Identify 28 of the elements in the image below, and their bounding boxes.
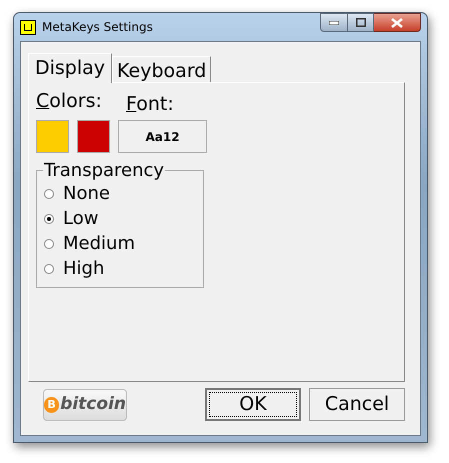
tab[interactable]: Keyboard (112, 56, 212, 82)
font-button[interactable]: Aa12 (118, 120, 207, 153)
bitcoin-button[interactable]: B bitcoin (43, 388, 127, 420)
color-swatch[interactable] (77, 120, 110, 153)
close-button[interactable] (374, 13, 421, 32)
minimize-button[interactable] (320, 13, 348, 32)
radio-label[interactable]: None (63, 184, 110, 202)
radio-label[interactable]: High (63, 260, 104, 278)
radio-button[interactable] (44, 238, 54, 248)
radio-label[interactable]: Low (63, 210, 98, 228)
close-icon (391, 18, 403, 28)
maximize-button[interactable] (348, 13, 374, 32)
color-swatch[interactable] (36, 120, 69, 153)
maximize-icon (356, 18, 366, 27)
group-title: Transparency (43, 161, 166, 181)
window-title: MetaKeys Settings (42, 19, 153, 36)
app-icon (20, 20, 36, 34)
dialog-button[interactable]: OK (205, 388, 301, 421)
radio-button[interactable] (44, 188, 54, 198)
colors-label: Colors: (36, 90, 102, 112)
radio-button[interactable] (44, 264, 54, 274)
minimize-icon (329, 20, 339, 24)
dialog-button[interactable]: Cancel (309, 388, 405, 421)
font-label: Font: (126, 95, 174, 114)
radio-button[interactable] (44, 214, 54, 224)
bitcoin-icon: B (44, 396, 60, 412)
radio-label[interactable]: Medium (63, 234, 135, 252)
tab[interactable]: Display (28, 53, 112, 83)
